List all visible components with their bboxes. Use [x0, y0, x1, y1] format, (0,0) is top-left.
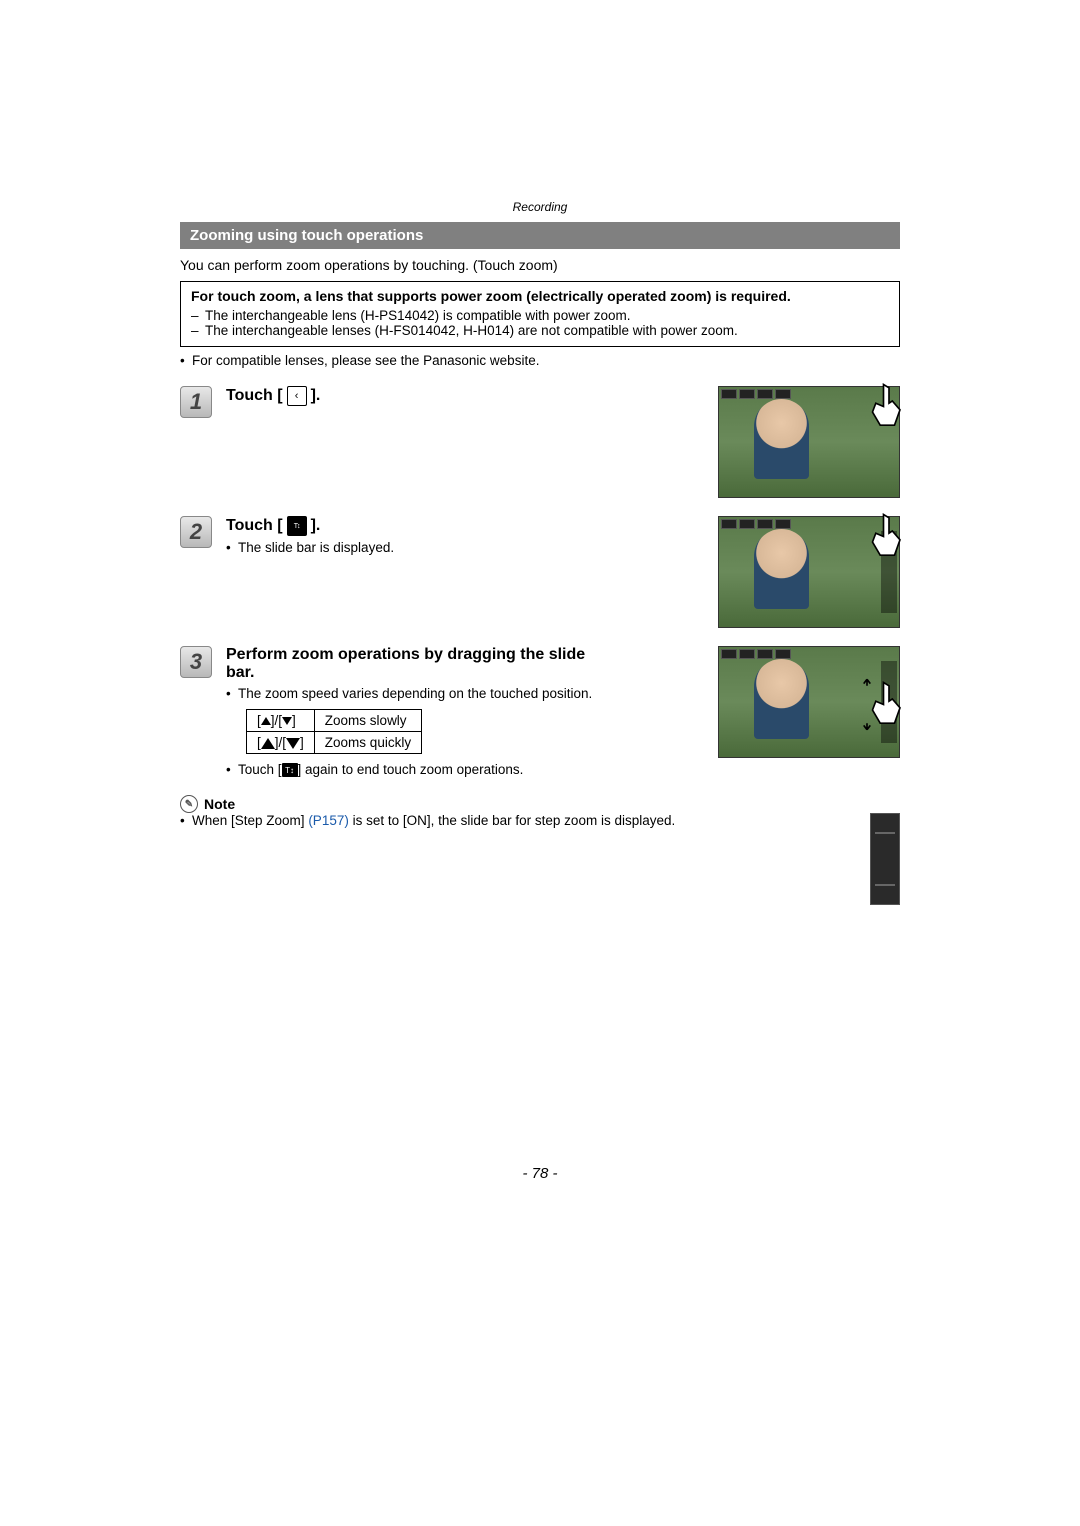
step-2-title: Touch [ T↕ ].	[226, 516, 704, 536]
table-row: []/[] Zooms slowly	[247, 710, 422, 732]
page-number: - 78 -	[180, 1165, 900, 1182]
step-1: 1 Touch [ ‹ ].	[180, 386, 900, 498]
arrow-slow-cell: []/[]	[247, 710, 315, 732]
arrow-fast-cell: []/[]	[247, 732, 315, 754]
touch-zoom-icon: T↕	[287, 516, 307, 536]
touch-zoom-icon: T↕	[282, 763, 298, 777]
requirement-box: For touch zoom, a lens that supports pow…	[180, 281, 900, 347]
table-row: []/[] Zooms quickly	[247, 732, 422, 754]
end-touch-note: Touch [T↕] again to end touch zoom opera…	[226, 762, 704, 777]
note-label: Note	[204, 796, 235, 812]
requirement-item: The interchangeable lenses (H-FS014042, …	[191, 323, 889, 338]
page-header: Recording	[180, 200, 900, 214]
note-icon: ✎	[180, 795, 198, 813]
zoom-slow-desc: Zooms slowly	[314, 710, 421, 732]
finger-touch-icon	[856, 379, 911, 434]
step-2-screenshot	[718, 516, 900, 628]
note-heading: ✎ Note	[180, 795, 900, 813]
section-title-bar: Zooming using touch operations	[180, 222, 900, 249]
arrow-down-small-icon	[282, 717, 292, 725]
step-3: 3 Perform zoom operations by dragging th…	[180, 646, 900, 781]
intro-text: You can perform zoom operations by touch…	[180, 257, 900, 273]
step-2-bullet: The slide bar is displayed.	[226, 540, 704, 555]
zoom-fast-desc: Zooms quickly	[314, 732, 421, 754]
compat-note: For compatible lenses, please see the Pa…	[180, 353, 900, 368]
requirement-main: For touch zoom, a lens that supports pow…	[191, 288, 889, 304]
step-2: 2 Touch [ T↕ ]. The slide bar is display…	[180, 516, 900, 628]
requirement-item: The interchangeable lens (H-PS14042) is …	[191, 308, 889, 323]
step-1-title: Touch [ ‹ ].	[226, 386, 704, 406]
page-link-p157[interactable]: (P157)	[308, 813, 349, 828]
finger-drag-icon	[856, 677, 911, 732]
arrow-up-small-icon	[261, 717, 271, 725]
step-3-screenshot	[718, 646, 900, 758]
step-3-title: Perform zoom operations by dragging the …	[226, 646, 586, 682]
step-badge-2: 2	[180, 516, 212, 548]
step-3-bullet: The zoom speed varies depending on the t…	[226, 686, 704, 701]
finger-touch-icon	[856, 509, 911, 564]
step-1-screenshot	[718, 386, 900, 498]
touch-tab-icon: ‹	[287, 386, 307, 406]
arrow-down-large-icon	[286, 738, 300, 749]
step-badge-1: 1	[180, 386, 212, 418]
arrow-up-large-icon	[261, 738, 275, 749]
step-badge-3: 3	[180, 646, 212, 678]
zoom-speed-table: []/[] Zooms slowly []/[] Zooms quickly	[246, 709, 422, 754]
note-body: When [Step Zoom] (P157) is set to [ON], …	[180, 813, 900, 828]
